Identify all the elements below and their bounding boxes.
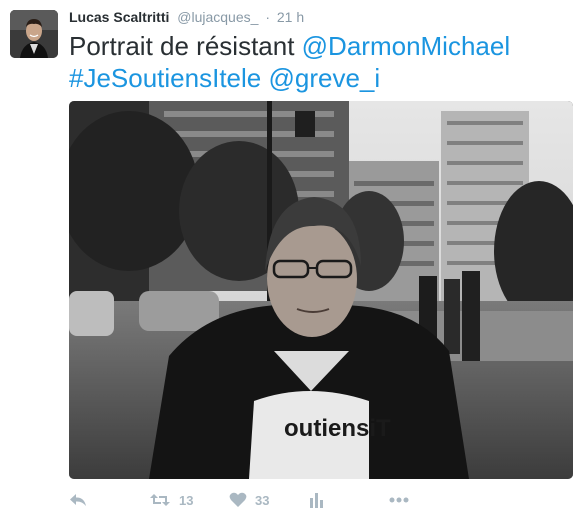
retweet-button[interactable]: 13: [149, 488, 193, 512]
more-icon: [389, 497, 409, 503]
separator-dot: ·: [265, 9, 270, 25]
retweet-icon: [149, 492, 171, 508]
reply-button[interactable]: [69, 488, 87, 512]
retweet-count: 13: [179, 492, 194, 508]
tweet-card: Lucas Scaltritti @lujacques_ · 21 h Port…: [0, 0, 586, 517]
tweet-photo[interactable]: outiensiT: [69, 101, 573, 479]
avatar[interactable]: [10, 10, 58, 58]
like-count: 33: [255, 492, 270, 508]
heart-icon: [229, 492, 247, 508]
more-button[interactable]: [389, 488, 409, 512]
tweet-header: Lucas Scaltritti @lujacques_ · 21 h: [69, 9, 304, 27]
analytics-icon: [310, 492, 324, 508]
photo-shirt-text: outiensiT: [284, 415, 391, 442]
author-name[interactable]: Lucas Scaltritti: [69, 9, 169, 25]
author-handle[interactable]: @lujacques_: [177, 9, 258, 25]
mention-link[interactable]: @greve_i: [268, 63, 380, 93]
reply-icon: [69, 492, 87, 508]
analytics-button[interactable]: [310, 488, 324, 512]
tweet-text: Portrait de résistant @DarmonMichael #Je…: [69, 30, 569, 94]
tweet-actions: 13 33: [69, 488, 469, 512]
mention-link[interactable]: @DarmonMichael: [302, 31, 510, 61]
timestamp[interactable]: 21 h: [277, 9, 304, 25]
tweet-text-plain: Portrait de résistant: [69, 31, 302, 61]
like-button[interactable]: 33: [229, 488, 269, 512]
hashtag-link[interactable]: #JeSoutiensItele: [69, 63, 261, 93]
